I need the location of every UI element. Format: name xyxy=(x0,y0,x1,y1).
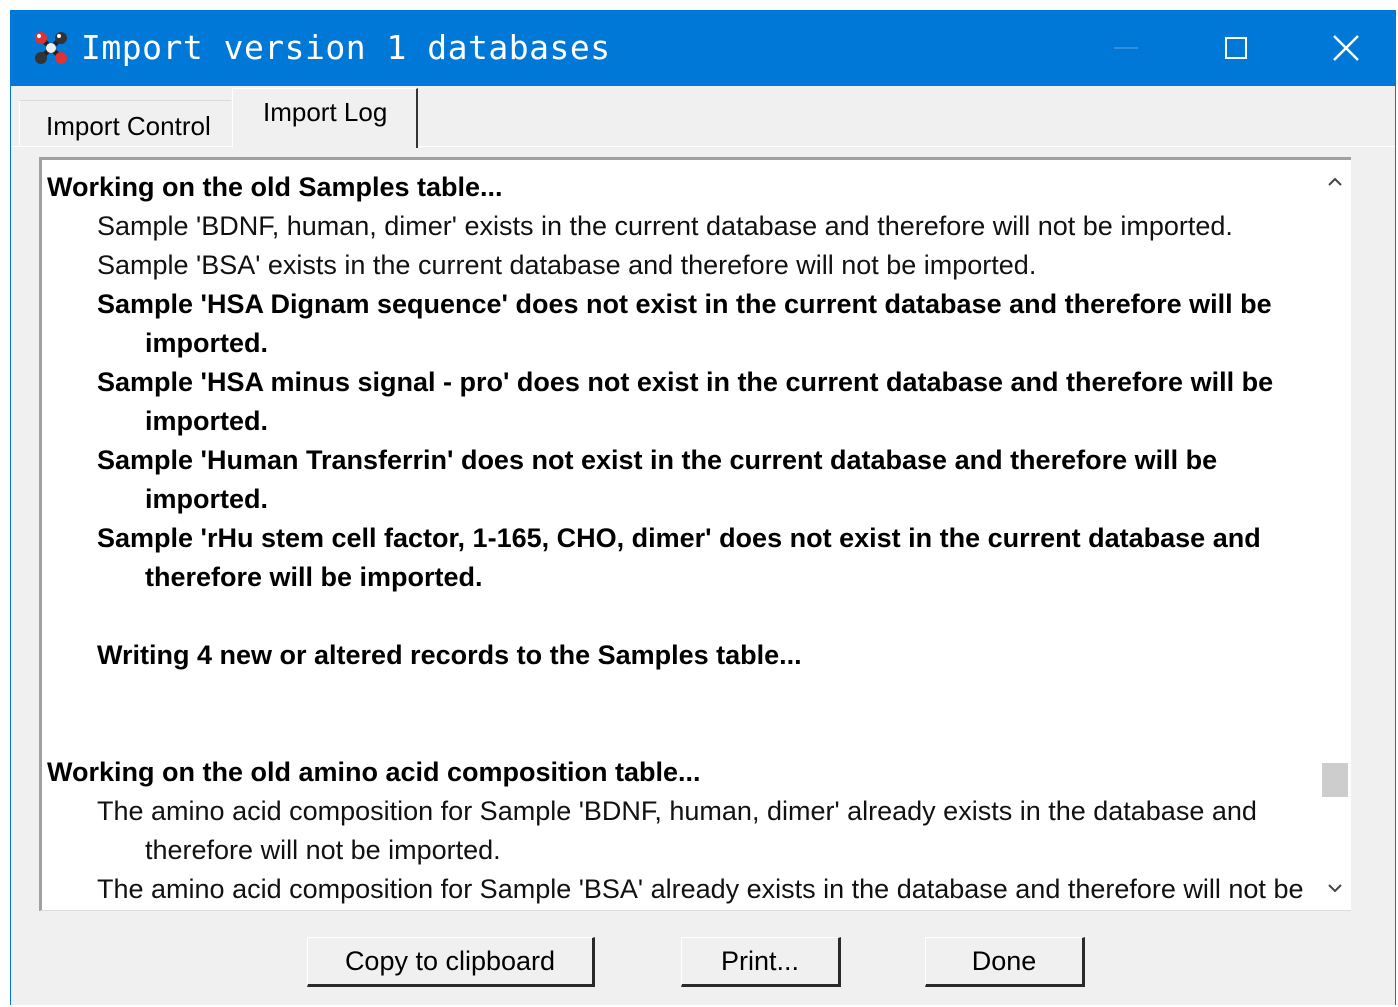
print-button[interactable]: Print... xyxy=(681,937,841,987)
tab-strip: Import Control Import Log xyxy=(11,86,1395,148)
import-dialog: Import version 1 databases Import Contro… xyxy=(10,10,1396,1005)
import-log-textbox[interactable]: Working on the old Samples table... Samp… xyxy=(39,157,1351,911)
log-line: The amino acid composition for Sample 'B… xyxy=(97,874,1304,904)
log-content: Working on the old Samples table... Samp… xyxy=(47,168,1317,909)
scroll-thumb[interactable] xyxy=(1322,763,1348,797)
log-line: Sample 'HSA Dignam sequence' does not ex… xyxy=(97,289,1272,358)
log-line: Working on the old amino acid compositio… xyxy=(47,757,701,787)
log-line: Sample 'Human Transferrin' does not exis… xyxy=(97,445,1218,514)
log-line: The amino acid composition for Sample 'B… xyxy=(97,796,1257,865)
log-line: Sample 'BDNF, human, dimer' exists in th… xyxy=(97,211,1233,241)
maximize-button[interactable] xyxy=(1181,10,1291,86)
chevron-down-icon xyxy=(1328,884,1342,893)
minimize-button[interactable] xyxy=(1071,10,1181,86)
log-line: Sample 'HSA minus signal - pro' does not… xyxy=(97,367,1274,436)
title-bar[interactable]: Import version 1 databases xyxy=(11,10,1395,86)
vertical-scrollbar[interactable] xyxy=(1319,160,1351,910)
tab-divider xyxy=(11,146,1395,147)
done-button[interactable]: Done xyxy=(925,937,1085,987)
close-icon xyxy=(1333,35,1359,61)
log-line: Working on the old Samples table... xyxy=(47,172,503,202)
chevron-up-icon xyxy=(1328,177,1342,186)
minimize-icon xyxy=(1114,47,1138,49)
tab-import-control[interactable]: Import Control xyxy=(19,100,231,146)
scroll-up-button[interactable] xyxy=(1319,164,1351,200)
tab-import-log[interactable]: Import Log xyxy=(232,88,418,148)
close-button[interactable] xyxy=(1291,10,1398,86)
maximize-icon xyxy=(1225,37,1247,59)
log-line: Sample 'rHu stem cell factor, 1-165, CHO… xyxy=(97,523,1261,592)
molecule-icon xyxy=(35,32,67,64)
scroll-down-button[interactable] xyxy=(1319,870,1351,906)
window-title: Import version 1 databases xyxy=(81,28,611,67)
log-line: Sample 'BSA' exists in the current datab… xyxy=(97,250,1037,280)
copy-to-clipboard-button[interactable]: Copy to clipboard xyxy=(307,937,595,987)
log-line: Writing 4 new or altered records to the … xyxy=(97,640,802,670)
